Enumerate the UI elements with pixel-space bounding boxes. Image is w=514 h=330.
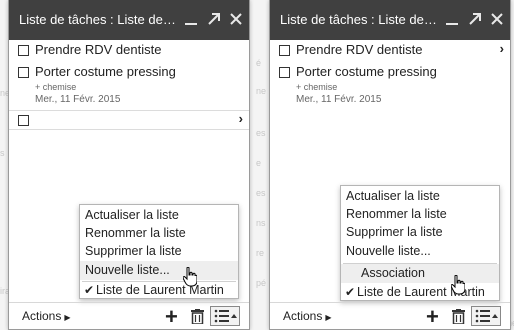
list-options-menu: Actualiser la liste Renommer la liste Su… (79, 204, 239, 299)
checkbox-icon[interactable] (18, 45, 29, 56)
popout-icon[interactable] (206, 11, 222, 27)
panel-title: Liste de tâches : Liste de Laurent Marti… (280, 12, 438, 27)
add-task-icon[interactable]: + (426, 304, 439, 330)
menu-item-rename[interactable]: Renommer la liste (80, 224, 238, 243)
background-text: ns (256, 218, 266, 228)
panel-title: Liste de tâches : Liste de Laurent Marti… (19, 12, 177, 27)
task-note: + chemise (296, 82, 338, 92)
menu-item-delete[interactable]: Supprimer la liste (80, 242, 238, 261)
menu-item-new-list[interactable]: Nouvelle liste... (80, 261, 238, 280)
task-note: + chemise (35, 82, 77, 92)
task-title[interactable]: Porter costume pressing (35, 64, 176, 79)
list-item[interactable]: › (9, 111, 249, 129)
background-text: ne (256, 86, 267, 96)
task-due-date: Mer., 11 Févr. 2015 (35, 94, 121, 105)
panel-footer: Actions ▶ + (270, 302, 510, 330)
checkbox-icon[interactable] (279, 45, 290, 56)
tasks-panel: Liste de tâches : Liste de Laurent Marti… (269, 0, 511, 330)
background-text: e (256, 158, 262, 168)
background-text: re (256, 248, 265, 258)
actions-menu[interactable]: Actions ▶ (283, 309, 332, 323)
mouse-cursor-icon (183, 267, 197, 287)
menu-item-list[interactable]: ✔ Liste de Laurent Martin (80, 281, 238, 300)
list-item[interactable]: Prendre RDV dentiste › (270, 41, 510, 61)
close-icon[interactable] (228, 11, 244, 27)
divider (9, 129, 249, 130)
checkbox-icon[interactable] (279, 67, 290, 78)
trash-icon[interactable] (191, 309, 204, 324)
list-item[interactable]: Porter costume pressing + chemise Mer., … (270, 63, 510, 109)
minimize-icon[interactable] (183, 11, 199, 27)
task-title[interactable]: Porter costume pressing (296, 64, 437, 79)
task-title[interactable]: Prendre RDV dentiste (296, 42, 422, 57)
background-text: é (256, 58, 262, 68)
menu-item-refresh[interactable]: Actualiser la liste (341, 187, 499, 206)
mouse-cursor-icon (451, 275, 465, 295)
background-text: es (256, 188, 266, 198)
list-item[interactable]: Porter costume pressing + chemise Mer., … (9, 63, 249, 109)
menu-item-list[interactable]: ✔ Liste de Laurent Martin (341, 283, 499, 302)
task-due-date: Mer., 11 Févr. 2015 (296, 94, 382, 105)
add-task-icon[interactable]: + (165, 304, 178, 330)
background-text: pé (256, 278, 267, 288)
menu-item-refresh[interactable]: Actualiser la liste (80, 206, 238, 225)
chevron-right-icon[interactable]: › (500, 41, 504, 56)
background-text: s (0, 148, 5, 158)
list-name: Liste de Laurent Martin (357, 285, 485, 299)
checkmark-icon: ✔ (345, 285, 356, 299)
background-text: es (256, 128, 266, 138)
tasks-panel: Liste de tâches : Liste de Laurent Marti… (8, 0, 250, 330)
chevron-right-icon[interactable]: › (239, 111, 243, 126)
minimize-icon[interactable] (444, 11, 460, 27)
checkmark-icon: ✔ (84, 283, 95, 297)
list-menu-icon[interactable] (210, 306, 240, 326)
menu-item-delete[interactable]: Supprimer la liste (341, 223, 499, 242)
checkbox-icon[interactable] (18, 67, 29, 78)
title-bar[interactable]: Liste de tâches : Liste de Laurent Marti… (9, 0, 249, 40)
panel-footer: Actions ▶ + (9, 302, 249, 330)
list-item[interactable]: Prendre RDV dentiste (9, 41, 249, 61)
menu-item-list[interactable]: Association (341, 264, 499, 283)
list-menu-icon[interactable] (471, 306, 501, 326)
trash-icon[interactable] (452, 309, 465, 324)
title-bar[interactable]: Liste de tâches : Liste de Laurent Marti… (270, 0, 510, 40)
list-name: Liste de Laurent Martin (96, 283, 224, 297)
menu-item-new-list[interactable]: Nouvelle liste... (341, 242, 499, 261)
actions-menu[interactable]: Actions ▶ (22, 309, 71, 323)
menu-item-rename[interactable]: Renommer la liste (341, 205, 499, 224)
list-options-menu: Actualiser la liste Renommer la liste Su… (340, 185, 500, 301)
checkbox-icon[interactable] (18, 115, 29, 126)
popout-icon[interactable] (467, 11, 483, 27)
close-icon[interactable] (489, 11, 505, 27)
task-title[interactable]: Prendre RDV dentiste (35, 42, 161, 57)
